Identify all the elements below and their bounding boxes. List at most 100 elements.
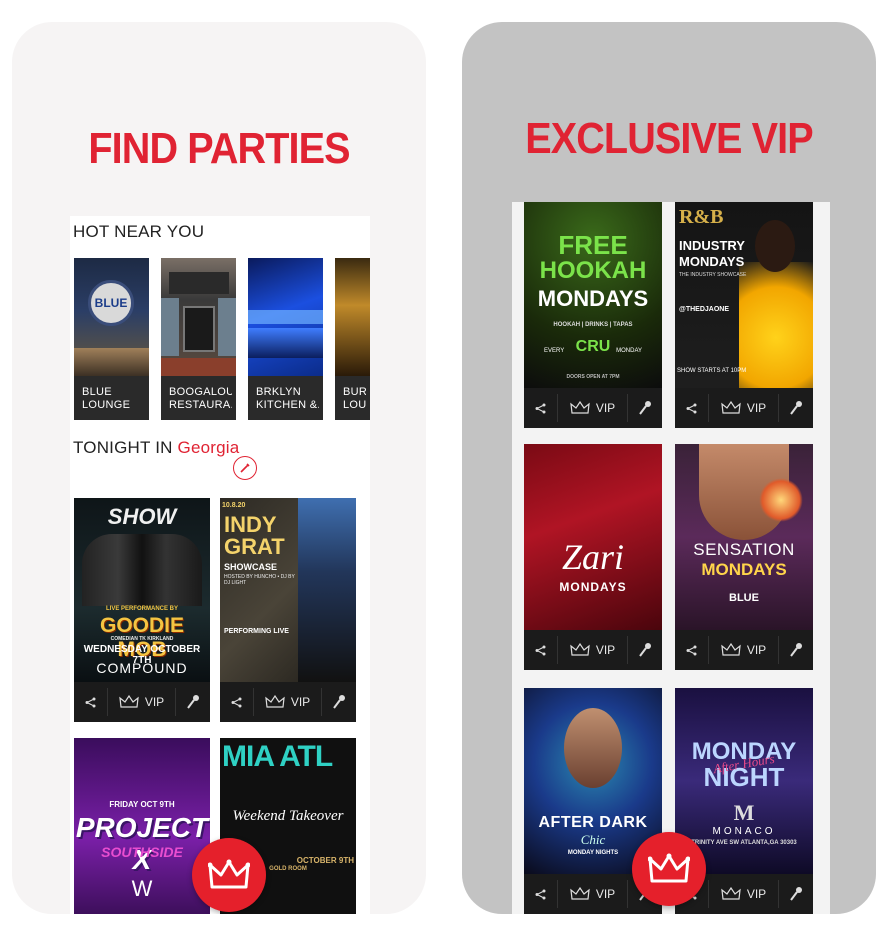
flyer-line2: MONDAYS — [559, 580, 627, 594]
event-action-bar: VIP — [220, 682, 356, 722]
vip-label: VIP — [595, 887, 616, 901]
mic-icon[interactable] — [779, 642, 813, 658]
vip-button[interactable]: VIP — [558, 636, 628, 664]
event-flyer: SENSATION MONDAYS BLUE — [675, 444, 813, 630]
vip-card-free-hookah[interactable]: FREE HOOKAH MONDAYS HOOKAH | DRINKS | TA… — [524, 202, 662, 428]
vip-crown-fab[interactable] — [632, 832, 706, 906]
event-action-bar: VIP — [74, 682, 210, 722]
flyer-line2: HOOKAH — [539, 257, 647, 284]
flyer-line1: AFTER DARK — [538, 814, 648, 831]
crown-icon — [570, 887, 590, 900]
share-icon[interactable] — [675, 394, 709, 422]
event-flyer: SHOW LIVE PERFORMANCE BY GOODIE MOB COME… — [74, 498, 210, 682]
share-icon[interactable] — [675, 636, 709, 664]
mic-icon[interactable] — [779, 400, 813, 416]
mic-icon[interactable] — [779, 886, 813, 902]
flyer-line1: R&B — [679, 206, 724, 228]
edit-location-icon[interactable] — [233, 456, 257, 480]
flyer-extra: W — [131, 876, 153, 901]
event-card-goodie-mob[interactable]: SHOW LIVE PERFORMANCE BY GOODIE MOB COME… — [74, 498, 210, 722]
flyer-line2: INDUSTRY — [679, 238, 745, 253]
venue-card-brklyn-kitchen[interactable]: BRKLYNKITCHEN &... — [248, 258, 323, 420]
vip-label: VIP — [144, 695, 165, 709]
vip-button[interactable]: VIP — [254, 688, 322, 716]
flyer-line1: FREE — [558, 230, 628, 260]
crown-icon — [721, 643, 741, 656]
flyer-line3: MONDAYS — [537, 286, 649, 311]
venue-card-boogalou[interactable]: BOOGALOURESTAURA... — [161, 258, 236, 420]
crown-icon — [570, 643, 590, 656]
vip-label: VIP — [595, 401, 616, 415]
venue-card-partial[interactable]: BUR LOU — [335, 258, 370, 420]
venue-name-line2: RESTAURA... — [169, 399, 232, 411]
venue-card-blue-lounge[interactable]: BLUE BLUE LOUNGE — [74, 258, 149, 420]
venue-photo — [248, 258, 323, 376]
share-icon[interactable] — [74, 688, 108, 716]
venue-name-line2: LOU — [343, 399, 366, 411]
event-flyer: FREE HOOKAH MONDAYS HOOKAH | DRINKS | TA… — [524, 202, 662, 388]
find-parties-headline: FIND PARTIES — [88, 124, 350, 173]
share-icon[interactable] — [524, 636, 558, 664]
vip-button[interactable]: VIP — [709, 880, 779, 908]
vip-card-sensation-mondays[interactable]: SENSATION MONDAYS BLUE VIP — [675, 444, 813, 670]
vip-label: VIP — [595, 643, 616, 657]
event-card-project-x[interactable]: FRIDAY OCT 9TH PROJECT X SOUTHSIDE W — [74, 738, 210, 914]
phone-screen-right: FREE HOOKAH MONDAYS HOOKAH | DRINKS | TA… — [512, 202, 830, 914]
vip-button[interactable]: VIP — [108, 688, 176, 716]
flyer-host: HOSTED BY HUNCHO • DJ BY DJ LIGHT — [224, 574, 295, 586]
flyer-sub: COMEDIAN TK KIRKLAND — [110, 636, 174, 642]
event-action-bar: VIP — [675, 630, 813, 670]
venue-photo — [161, 258, 236, 376]
event-flyer: FRIDAY OCT 9TH PROJECT X SOUTHSIDE W — [74, 738, 210, 914]
share-icon[interactable] — [524, 880, 558, 908]
flyer-line1: SENSATION — [693, 540, 795, 559]
mic-icon[interactable] — [628, 642, 662, 658]
flyer-venue: BLUE — [729, 592, 759, 604]
flyer-live-text: LIVE PERFORMANCE BY — [105, 606, 178, 612]
location-link[interactable]: Georgia — [178, 438, 240, 457]
event-flyer: Zari MONDAYS — [524, 444, 662, 630]
monaco-m-icon: M — [733, 800, 755, 825]
vip-button[interactable]: VIP — [558, 880, 628, 908]
event-action-bar: VIP — [524, 388, 662, 428]
event-card-indy-showcase[interactable]: 10.8.20 INDY GRAT SHOWCASE HOSTED BY HUN… — [220, 498, 356, 722]
flyer-line1: Zari — [561, 537, 625, 577]
vip-button[interactable]: VIP — [709, 394, 779, 422]
vip-button[interactable]: VIP — [709, 636, 779, 664]
event-action-bar: VIP — [675, 388, 813, 428]
crown-icon — [265, 695, 285, 708]
venue-name-line1: BOOGALOU — [169, 386, 232, 398]
flyer-venue: COMPOUND — [96, 660, 188, 676]
mic-icon[interactable] — [322, 694, 356, 710]
flyer-line2: MONDAYS — [701, 560, 787, 579]
vip-crown-fab[interactable] — [192, 838, 266, 912]
hot-near-you-title: HOT NEAR YOU — [73, 222, 205, 241]
event-flyer: 10.8.20 INDY GRAT SHOWCASE HOSTED BY HUN… — [220, 498, 356, 682]
flyer-venue: MONACO — [712, 826, 776, 837]
exclusive-vip-panel: EXCLUSIVE VIP FREE HOOKAH MONDAYS HOOKAH… — [462, 22, 876, 914]
exclusive-vip-headline: EXCLUSIVE VIP — [525, 114, 813, 163]
flyer-time: SHOW STARTS AT 10PM — [677, 368, 747, 374]
mic-icon[interactable] — [176, 694, 210, 710]
crown-icon — [648, 853, 690, 883]
vip-label: VIP — [746, 643, 767, 657]
vip-card-zari-mondays[interactable]: Zari MONDAYS VIP — [524, 444, 662, 670]
tonight-in-label: TONIGHT IN — [73, 438, 173, 457]
vip-label: VIP — [746, 401, 767, 415]
flyer-title: MIA ATL — [222, 740, 333, 773]
mic-icon[interactable] — [628, 400, 662, 416]
flyer-sub: THE INDUSTRY SHOWCASE — [679, 272, 747, 278]
phone-screen-left: HOT NEAR YOU BLUE BLUE LOUNGE BOOGALOU RES… — [70, 216, 370, 914]
blue-sign-text: BLUE — [94, 296, 128, 310]
flyer-perf: PERFORMING LIVE — [224, 628, 289, 635]
venue-photo: BLUE — [74, 258, 149, 376]
vip-label: VIP — [746, 887, 767, 901]
share-icon[interactable] — [524, 394, 558, 422]
share-icon[interactable] — [220, 688, 254, 716]
event-action-bar: VIP — [524, 630, 662, 670]
vip-button[interactable]: VIP — [558, 394, 628, 422]
flyer-line3: MONDAYS — [679, 254, 745, 269]
venue-name-line1: BLUE — [82, 386, 112, 398]
vip-card-rnb-industry[interactable]: R&B INDUSTRY MONDAYS THE INDUSTRY SHOWCA… — [675, 202, 813, 428]
venue-name-line1: BRKLYN — [256, 386, 301, 398]
